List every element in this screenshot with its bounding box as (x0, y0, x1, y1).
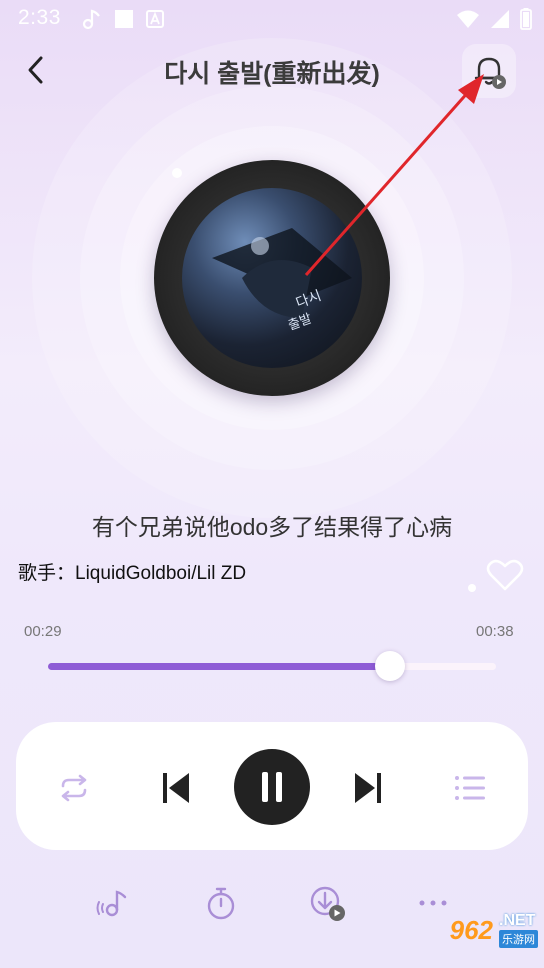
watermark-sub: 乐游网 (499, 930, 538, 948)
annotation-arrow (304, 74, 484, 276)
watermark-net: .NET (499, 912, 536, 929)
skip-previous-icon (163, 773, 189, 803)
timer-button[interactable] (196, 878, 246, 928)
decorative-dot (468, 584, 476, 592)
like-button[interactable] (486, 558, 524, 594)
repeat-button[interactable] (52, 766, 96, 810)
ringtone-icon (96, 890, 127, 917)
more-icon (419, 900, 447, 906)
timer-icon (207, 887, 235, 920)
repeat-icon (61, 774, 87, 802)
current-time: 00:29 (24, 623, 62, 640)
play-pause-button[interactable] (234, 749, 310, 825)
download-icon (310, 886, 345, 921)
set-ringtone-button[interactable] (88, 878, 138, 928)
progress-thumb[interactable] (375, 651, 405, 681)
playlist-button[interactable] (448, 766, 492, 810)
artist-name: LiquidGoldboi/Lil ZD (75, 563, 247, 584)
pause-icon (262, 772, 282, 802)
current-lyric: 有个兄弟说他odo多了结果得了心病 (91, 514, 453, 540)
next-button[interactable] (346, 766, 390, 810)
watermark-text: .NET 乐游网 (499, 912, 538, 948)
previous-button[interactable] (154, 766, 198, 810)
playlist-icon (455, 776, 485, 800)
heart-icon (486, 559, 524, 591)
total-time: 00:38 (476, 623, 514, 640)
watermark-number: 962 (449, 914, 493, 945)
artist-row: 歌手：LiquidGoldboi/Lil ZD (18, 558, 246, 585)
skip-next-icon (355, 773, 381, 803)
download-button[interactable] (302, 878, 352, 928)
artist-label: 歌手： (18, 563, 76, 584)
progress-fill (48, 663, 390, 670)
site-watermark: 962 .NET 乐游网 (450, 912, 538, 948)
